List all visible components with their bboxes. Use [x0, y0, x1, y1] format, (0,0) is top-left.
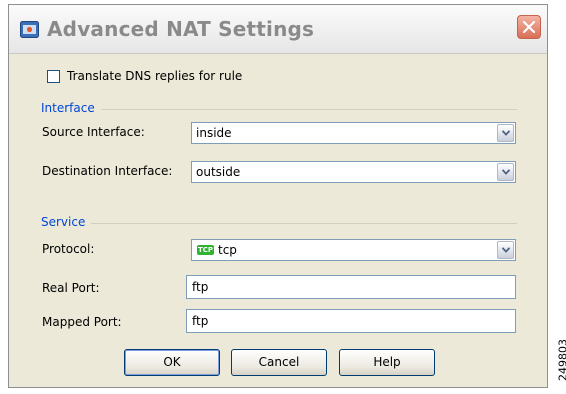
mapped-port-input[interactable]: ftp	[186, 309, 516, 333]
title-bar[interactable]: Advanced NAT Settings	[9, 5, 547, 54]
dialog-content: Translate DNS replies for rule Interface…	[9, 53, 547, 387]
mapped-port-value: ftp	[192, 314, 209, 328]
tcp-protocol-icon: TCP	[197, 245, 214, 255]
service-section-header: Service	[41, 215, 517, 229]
chevron-down-icon	[502, 169, 510, 175]
app-icon	[20, 21, 39, 38]
chevron-down-icon	[502, 130, 510, 136]
real-port-label: Real Port:	[42, 281, 100, 295]
destination-interface-value: outside	[196, 165, 241, 179]
dns-checkbox-label: Translate DNS replies for rule	[67, 69, 243, 83]
source-interface-select[interactable]: inside	[191, 122, 516, 144]
real-port-value: ftp	[192, 280, 209, 294]
real-port-input[interactable]: ftp	[186, 275, 516, 299]
close-button[interactable]	[517, 15, 541, 39]
source-interface-label: Source Interface:	[42, 125, 145, 139]
close-icon	[523, 21, 535, 33]
destination-interface-select[interactable]: outside	[191, 161, 516, 183]
cancel-button[interactable]: Cancel	[231, 349, 327, 376]
dns-checkbox[interactable]	[47, 70, 60, 83]
protocol-value: tcp	[218, 243, 237, 257]
section-divider	[41, 223, 517, 224]
source-interface-dropdown-button[interactable]	[497, 124, 514, 142]
advanced-nat-dialog: Advanced NAT Settings Translate DNS repl…	[8, 4, 548, 388]
protocol-dropdown-button[interactable]	[497, 241, 514, 259]
chevron-down-icon	[502, 247, 510, 253]
dialog-title: Advanced NAT Settings	[47, 17, 315, 41]
interface-section-label: Interface	[41, 101, 101, 115]
figure-id: 249803	[556, 330, 566, 390]
mapped-port-label: Mapped Port:	[42, 315, 122, 329]
source-interface-value: inside	[196, 126, 232, 140]
service-section-label: Service	[41, 215, 92, 229]
ok-button[interactable]: OK	[124, 349, 220, 376]
interface-section-header: Interface	[41, 101, 517, 115]
help-button[interactable]: Help	[339, 349, 435, 376]
protocol-label: Protocol:	[42, 242, 95, 256]
destination-interface-label: Destination Interface:	[42, 164, 173, 178]
destination-interface-dropdown-button[interactable]	[497, 163, 514, 181]
protocol-select[interactable]: TCP tcp	[191, 239, 516, 261]
figure-id-text: 249803	[556, 339, 566, 381]
section-divider	[41, 109, 517, 110]
